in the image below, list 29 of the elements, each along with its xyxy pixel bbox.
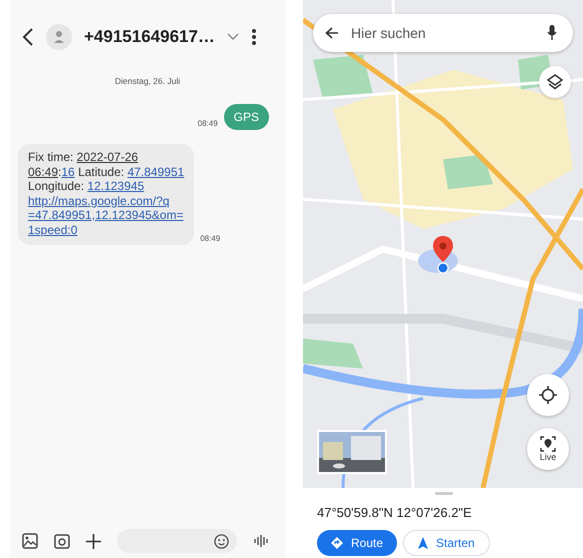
coordinates-text: 47°50'59.8"N 12°07'26.2"E xyxy=(317,505,473,520)
emoji-icon[interactable] xyxy=(214,534,229,548)
caret-icon[interactable] xyxy=(226,33,239,41)
gallery-icon[interactable] xyxy=(22,533,38,549)
message-text: Fix time: 2022-07-26 06:49:16 Latitude: 47.849951 Longitude: 12.123945 http://maps.google.com/?q =47.849951,12.123945&om= 1speed:0 xyxy=(28,150,184,237)
message-bubble: GPS xyxy=(224,104,269,130)
message-time: 08:49 xyxy=(200,234,220,243)
more-icon[interactable] xyxy=(250,28,257,46)
contact-name: +49151649617… xyxy=(84,27,215,47)
message-input[interactable] xyxy=(117,529,237,553)
avatar-icon xyxy=(46,24,72,50)
route-button[interactable]: Route xyxy=(317,530,398,556)
camera-icon[interactable] xyxy=(54,534,70,548)
link[interactable]: 47.849951 xyxy=(127,164,184,178)
date-link[interactable]: 06:49 xyxy=(28,164,58,178)
navigation-arrow-icon xyxy=(418,537,428,549)
date-link[interactable]: 2022-07-26 xyxy=(76,150,138,164)
start-button[interactable]: Starten xyxy=(403,530,490,556)
date-separator: Dienstag, 26. Juli xyxy=(114,76,180,86)
link[interactable]: 1speed:0 xyxy=(28,222,78,236)
voice-icon[interactable] xyxy=(253,534,269,548)
plus-icon[interactable] xyxy=(86,534,101,548)
directions-icon xyxy=(331,537,343,549)
link[interactable]: =47.849951,12.123945&om= xyxy=(28,208,184,222)
back-icon[interactable] xyxy=(22,28,34,46)
link[interactable]: 16 xyxy=(61,164,75,178)
link[interactable]: http://maps.google.com/?q xyxy=(28,194,170,208)
link[interactable]: 12.123945 xyxy=(87,179,144,193)
message-time: 08:49 xyxy=(198,119,218,128)
